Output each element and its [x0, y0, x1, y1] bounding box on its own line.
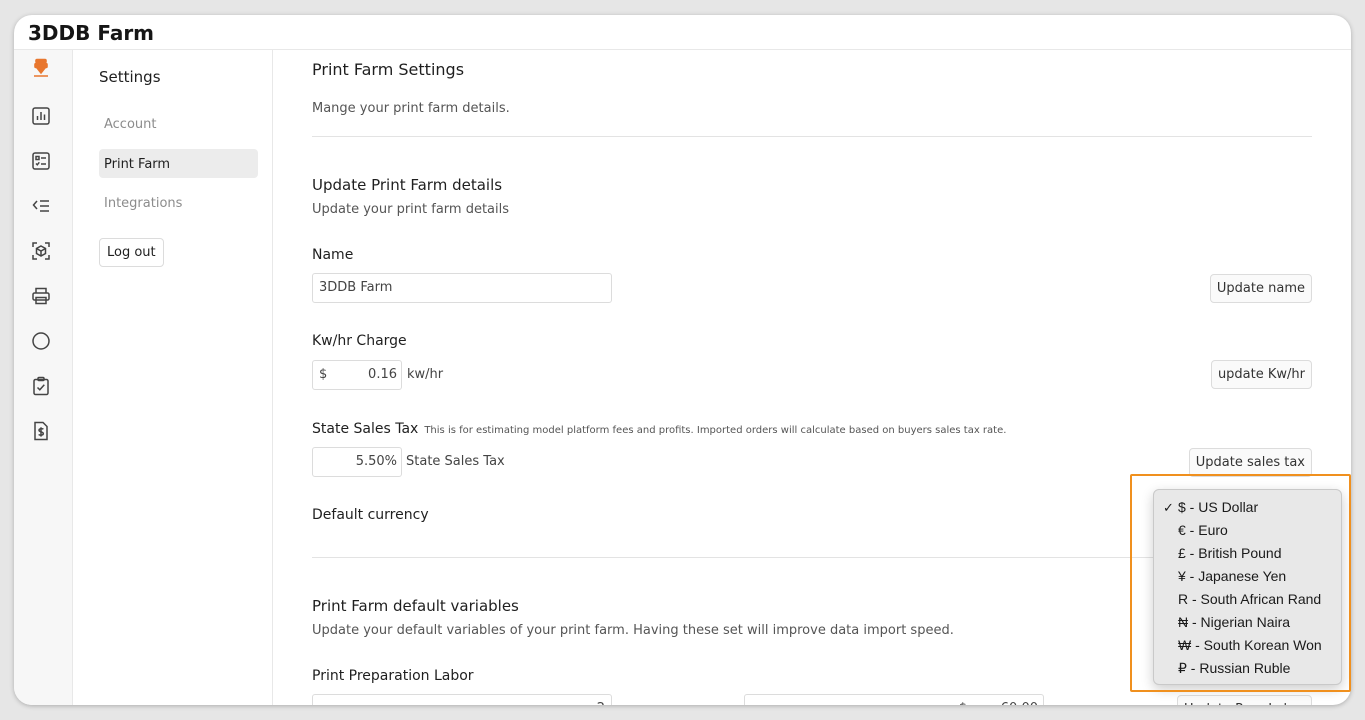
sales-tax-note: This is for estimating model platform fe…: [424, 425, 1007, 436]
sales-tax-label: State Sales Tax: [312, 421, 419, 437]
printer-nozzle-icon[interactable]: [31, 58, 51, 78]
nav-item-print-farm[interactable]: Print Farm: [99, 149, 258, 178]
nav-item-account[interactable]: Account: [99, 109, 258, 138]
default-currency-label: Default currency: [312, 507, 429, 523]
app-window: 3DDB Farm Settings Account Print Farm In…: [14, 15, 1351, 705]
queue-icon[interactable]: [31, 196, 51, 216]
name-input[interactable]: 3DDB Farm: [312, 273, 612, 303]
app-title: 3DDB Farm: [28, 21, 155, 45]
kwhr-input[interactable]: $ 0.16: [312, 360, 402, 390]
invoice-dollar-icon[interactable]: [31, 421, 51, 441]
top-bar: 3DDB Farm: [14, 15, 1351, 50]
settings-title: Settings: [99, 68, 161, 86]
currency-option-usd[interactable]: ✓ $ - US Dollar: [1154, 496, 1341, 519]
kwhr-currency-prefix: $: [319, 367, 328, 382]
bar-chart-icon[interactable]: [31, 106, 51, 126]
update-sales-tax-button[interactable]: Update sales tax: [1188, 448, 1312, 477]
kwhr-label: Kw/hr Charge: [312, 333, 407, 349]
check-icon: ✓: [1163, 500, 1174, 515]
defaults-subtitle: Update your default variables of your pr…: [312, 623, 954, 638]
currency-option-eur[interactable]: € - Euro: [1154, 519, 1341, 542]
kwhr-unit: kw/hr: [407, 367, 444, 382]
prep-rate-currency-prefix: $: [959, 695, 967, 705]
details-title: Update Print Farm details: [312, 176, 503, 194]
filament-circle-icon[interactable]: [31, 331, 51, 351]
currency-option-jpy[interactable]: ¥ - Japanese Yen: [1154, 565, 1341, 588]
logout-button[interactable]: Log out: [99, 238, 164, 267]
currency-dropdown[interactable]: ✓ $ - US Dollar € - Euro £ - British Poun…: [1153, 489, 1342, 685]
prep-labor-hours-input[interactable]: 2: [312, 694, 612, 705]
name-label: Name: [312, 247, 354, 263]
currency-option-ngn[interactable]: ₦ - Nigerian Naira: [1154, 611, 1341, 634]
settings-nav: Settings Account Print Farm Integrations…: [74, 50, 273, 705]
clipboard-check-icon[interactable]: [31, 376, 51, 396]
currency-option-zar[interactable]: R - South African Rand: [1154, 588, 1341, 611]
update-kwhr-button[interactable]: update Kw/hr: [1210, 360, 1312, 389]
details-subtitle: Update your print farm details: [312, 202, 510, 217]
prep-labor-rate-input[interactable]: $ 60.00: [744, 694, 1044, 705]
prep-labor-label: Print Preparation Labor: [312, 668, 474, 684]
prep-rate-value: 60.00: [1001, 695, 1038, 705]
page-subtitle: Mange your print farm details.: [312, 101, 510, 116]
nav-item-integrations[interactable]: Integrations: [99, 188, 258, 217]
divider: [312, 136, 1312, 137]
sales-tax-heading: State Sales Tax This is for estimating mo…: [312, 421, 1006, 437]
currency-option-gbp[interactable]: £ - British Pound: [1154, 542, 1341, 565]
update-prep-labor-button[interactable]: Update Prep Labor: [1176, 695, 1312, 705]
checklist-icon[interactable]: [31, 151, 51, 171]
currency-option-krw[interactable]: ₩ - South Korean Won: [1154, 634, 1341, 657]
page-title: Print Farm Settings: [312, 60, 465, 79]
model-box-icon[interactable]: [31, 241, 51, 261]
kwhr-value: 0.16: [368, 367, 397, 382]
sales-tax-input[interactable]: 5.50%: [312, 447, 402, 477]
currency-option-rub[interactable]: ₽ - Russian Ruble: [1154, 657, 1341, 680]
defaults-title: Print Farm default variables: [312, 597, 519, 615]
update-name-button[interactable]: Update name: [1209, 274, 1312, 303]
icon-rail: [14, 50, 73, 705]
printer-icon[interactable]: [31, 286, 51, 306]
sales-tax-suffix: State Sales Tax: [406, 454, 505, 469]
